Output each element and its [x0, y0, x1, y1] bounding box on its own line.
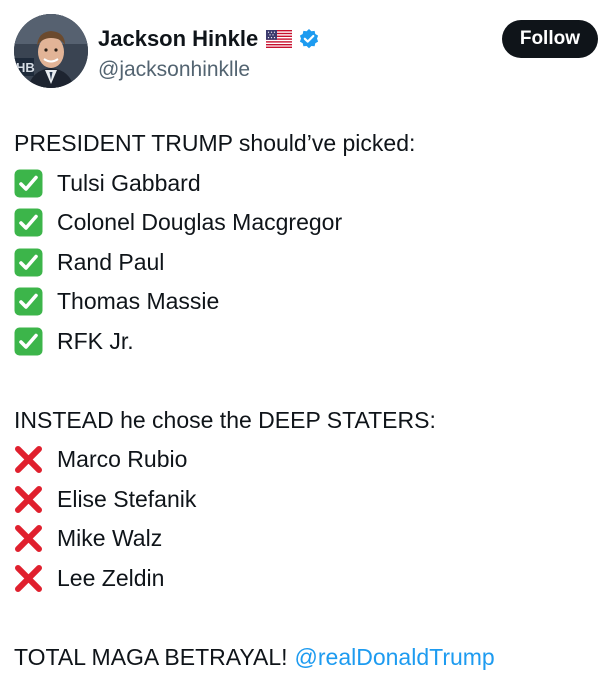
- author-handle[interactable]: @jacksonhinklle: [98, 56, 250, 84]
- cross-mark-icon: [14, 485, 43, 514]
- check-mark-icon: [14, 208, 43, 237]
- closing-text: TOTAL MAGA BETRAYAL!: [14, 643, 288, 670]
- chosen-list-item: Mike Walz: [14, 519, 598, 559]
- picked-name: Rand Paul: [57, 248, 165, 275]
- verified-badge-icon: [298, 28, 320, 50]
- picked-name: Tulsi Gabbard: [57, 169, 201, 196]
- chosen-list-item: Lee Zeldin: [14, 559, 598, 599]
- chosen-name: Lee Zeldin: [57, 564, 165, 591]
- check-mark-icon: [14, 287, 43, 316]
- tweet-text: PRESIDENT TRUMP should’ve picked: Tulsi …: [14, 124, 598, 677]
- picked-list-item: Thomas Massie: [14, 282, 598, 322]
- picked-name: Colonel Douglas Macgregor: [57, 209, 343, 235]
- chosen-list-item: Elise Stefanik: [14, 480, 598, 520]
- picked-name: Thomas Massie: [57, 288, 220, 314]
- cross-mark-icon: [14, 564, 43, 593]
- picked-list-item: RFK Jr.: [14, 322, 598, 362]
- picked-list-item: Rand Paul: [14, 243, 598, 283]
- author-display-name[interactable]: Jackson Hinkle: [98, 24, 258, 54]
- tweet-header: HB Jackson Hinkle @jacksonhinklle Follow: [14, 14, 598, 90]
- follow-button[interactable]: Follow: [501, 20, 598, 58]
- chosen-name: Elise Stefanik: [57, 485, 197, 512]
- picked-name: RFK Jr.: [57, 327, 134, 354]
- mention-link[interactable]: @realDonaldTrump: [295, 638, 495, 678]
- avatar-image: HB: [14, 14, 88, 88]
- us-flag-icon: [266, 30, 293, 48]
- avatar-badge-text: HB: [16, 60, 35, 75]
- chosen-name: Mike Walz: [57, 525, 163, 551]
- closing-line: TOTAL MAGA BETRAYAL! @realDonaldTrump: [14, 638, 598, 678]
- check-mark-icon: [14, 327, 43, 356]
- check-mark-icon: [14, 248, 43, 277]
- instead-heading-line: INSTEAD he chose the DEEP STATERS:: [14, 401, 598, 441]
- avatar[interactable]: HB: [14, 14, 88, 88]
- tweet-intro-line: PRESIDENT TRUMP should’ve picked:: [14, 124, 598, 164]
- chosen-name: Marco Rubio: [57, 446, 188, 472]
- chosen-list-item: Marco Rubio: [14, 440, 598, 480]
- cross-mark-icon: [14, 445, 43, 474]
- tweet-intro-text: PRESIDENT TRUMP should’ve picked:: [14, 130, 416, 156]
- check-mark-icon: [14, 169, 43, 198]
- picked-list-item: Tulsi Gabbard: [14, 164, 598, 204]
- picked-list-item: Colonel Douglas Macgregor: [14, 203, 598, 243]
- author-name-row: Jackson Hinkle: [98, 24, 320, 54]
- instead-heading-text: INSTEAD he chose the DEEP STATERS:: [14, 406, 436, 433]
- cross-mark-icon: [14, 524, 43, 553]
